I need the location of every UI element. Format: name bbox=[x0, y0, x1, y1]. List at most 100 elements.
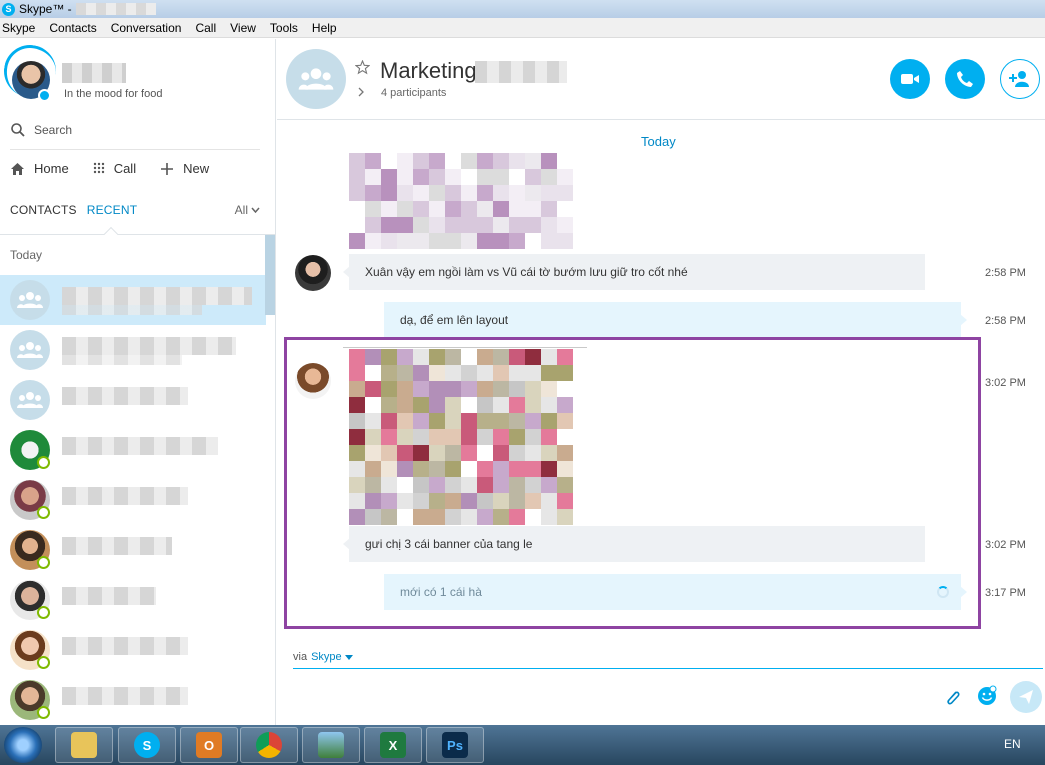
pixel-block bbox=[493, 217, 509, 233]
add-participant-button[interactable] bbox=[1000, 59, 1040, 99]
favorite-star-icon[interactable] bbox=[355, 60, 370, 75]
pixel-block bbox=[541, 153, 557, 169]
pixel-block bbox=[461, 365, 477, 381]
taskbar-chrome[interactable] bbox=[240, 727, 298, 763]
outlook-icon: O bbox=[196, 732, 222, 758]
pixel-block bbox=[557, 429, 573, 445]
menu-tools[interactable]: Tools bbox=[270, 21, 298, 35]
message-bubble[interactable]: gưi chị 3 cái banner của tang le bbox=[343, 526, 925, 562]
sender-avatar[interactable] bbox=[295, 255, 331, 291]
taskbar-photoshop[interactable]: Ps bbox=[426, 727, 484, 763]
recent-item[interactable] bbox=[0, 275, 266, 325]
taskbar-outlook[interactable]: O bbox=[180, 727, 238, 763]
pixel-block bbox=[413, 397, 429, 413]
pixel-block bbox=[413, 493, 429, 509]
pixel-block bbox=[381, 509, 397, 525]
presence-icon bbox=[37, 606, 50, 619]
video-camera-icon bbox=[901, 74, 919, 84]
pixel-block bbox=[445, 477, 461, 493]
message-text: Xuân vậy em ngồi làm vs Vũ cái tờ bướm l… bbox=[365, 265, 688, 279]
pixel-block bbox=[461, 169, 477, 185]
message-bubble[interactable]: dạ, để em lên layout bbox=[384, 302, 967, 338]
sidebar-scrollbar[interactable] bbox=[265, 235, 275, 315]
pixel-block bbox=[493, 493, 509, 509]
recent-item[interactable] bbox=[0, 625, 266, 675]
taskbar-explorer[interactable] bbox=[55, 727, 113, 763]
mood-message[interactable]: In the mood for food bbox=[64, 88, 162, 100]
caret-down-icon[interactable] bbox=[344, 654, 353, 660]
recent-item[interactable] bbox=[0, 525, 266, 575]
message-history[interactable]: Today Xuân vậy em ngồi làm vs Vũ cái tờ … bbox=[277, 121, 1045, 646]
contact-name-redacted bbox=[62, 537, 172, 555]
recent-item[interactable] bbox=[0, 325, 266, 375]
search-box[interactable]: Search bbox=[10, 122, 72, 138]
taskbar-photo-viewer[interactable] bbox=[302, 727, 360, 763]
pixel-block bbox=[381, 169, 397, 185]
message-bubble[interactable]: mới có 1 cái hà bbox=[384, 574, 967, 610]
recent-item[interactable] bbox=[0, 425, 266, 475]
participants-count[interactable]: 4 participants bbox=[381, 87, 446, 99]
shared-image-redacted[interactable] bbox=[349, 153, 573, 253]
contact-name-redacted bbox=[62, 387, 188, 405]
new-label: New bbox=[183, 161, 210, 176]
pixel-block bbox=[509, 413, 525, 429]
call-dialpad-button[interactable]: Call bbox=[93, 161, 136, 176]
filter-dropdown[interactable]: All bbox=[235, 203, 260, 217]
menu-skype[interactable]: Skype bbox=[2, 21, 35, 35]
message-input[interactable] bbox=[293, 671, 933, 719]
chevron-right-icon[interactable] bbox=[357, 87, 365, 97]
pixel-block bbox=[349, 169, 365, 185]
pixel-block bbox=[557, 413, 573, 429]
pixel-block bbox=[461, 413, 477, 429]
taskbar-skype[interactable]: S bbox=[118, 727, 176, 763]
pixel-block bbox=[365, 381, 381, 397]
profile-header[interactable]: In the mood for food bbox=[0, 39, 275, 109]
recent-item[interactable] bbox=[0, 575, 266, 625]
pixel-block bbox=[509, 153, 525, 169]
pixel-block bbox=[349, 493, 365, 509]
pixel-block bbox=[541, 397, 557, 413]
search-icon bbox=[11, 123, 25, 137]
recent-item[interactable] bbox=[0, 475, 266, 525]
video-call-button[interactable] bbox=[890, 59, 930, 99]
tab-recent[interactable]: RECENT bbox=[87, 203, 138, 217]
window-titlebar: S Skype™ - bbox=[0, 0, 1045, 18]
pixel-block bbox=[397, 397, 413, 413]
emoticon-icon[interactable] bbox=[976, 685, 998, 707]
message-bubble[interactable]: Xuân vậy em ngồi làm vs Vũ cái tờ bướm l… bbox=[343, 254, 925, 290]
pixel-block bbox=[381, 381, 397, 397]
pixel-block bbox=[445, 461, 461, 477]
pixel-block bbox=[397, 185, 413, 201]
pixel-block bbox=[429, 365, 445, 381]
pixel-block bbox=[525, 217, 541, 233]
menu-conversation[interactable]: Conversation bbox=[111, 21, 182, 35]
home-button[interactable]: Home bbox=[10, 161, 69, 176]
shared-image-redacted[interactable] bbox=[349, 349, 573, 525]
pixel-block bbox=[509, 509, 525, 525]
pixel-block bbox=[365, 233, 381, 249]
pixel-block bbox=[445, 349, 461, 365]
pixel-block bbox=[509, 493, 525, 509]
start-button[interactable] bbox=[4, 727, 42, 763]
recent-item[interactable] bbox=[0, 675, 266, 725]
via-skype-dropdown[interactable]: Skype bbox=[311, 651, 342, 663]
sender-avatar[interactable] bbox=[295, 363, 331, 399]
pixel-block bbox=[445, 413, 461, 429]
menu-call[interactable]: Call bbox=[195, 21, 216, 35]
taskbar-excel[interactable]: X bbox=[364, 727, 422, 763]
new-button[interactable]: New bbox=[160, 161, 209, 176]
paperclip-icon[interactable] bbox=[944, 688, 962, 708]
conversation-avatar[interactable] bbox=[286, 49, 346, 109]
pixel-block bbox=[397, 349, 413, 365]
pixel-block bbox=[445, 445, 461, 461]
language-indicator[interactable]: EN bbox=[1004, 737, 1021, 751]
menu-help[interactable]: Help bbox=[312, 21, 337, 35]
tab-contacts[interactable]: CONTACTS bbox=[10, 203, 77, 217]
menu-contacts[interactable]: Contacts bbox=[49, 21, 96, 35]
send-button[interactable] bbox=[1010, 681, 1042, 713]
contact-name-redacted bbox=[62, 637, 188, 655]
audio-call-button[interactable] bbox=[945, 59, 985, 99]
pixel-block bbox=[557, 381, 573, 397]
recent-item[interactable] bbox=[0, 375, 266, 425]
menu-view[interactable]: View bbox=[230, 21, 256, 35]
